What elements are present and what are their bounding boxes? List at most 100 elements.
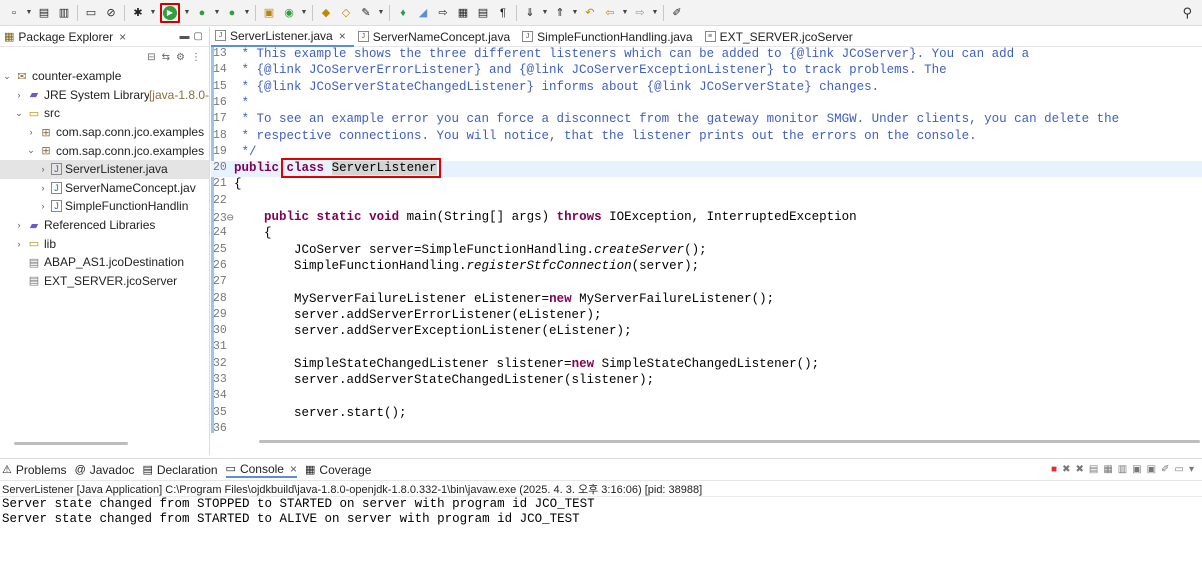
tab-declaration[interactable]: ▤ Declaration [142, 463, 217, 477]
new-package-dropdown-icon[interactable]: ▼ [300, 5, 308, 21]
chevron-right-icon[interactable]: › [38, 183, 48, 193]
tree-item[interactable]: › J ServerListener.java [0, 159, 209, 179]
editor-tab[interactable]: J ServerNameConcept.java [354, 27, 518, 47]
show-on-output-icon[interactable]: ▣ [1132, 464, 1141, 475]
chevron-right-icon[interactable]: › [38, 201, 48, 211]
horizontal-scrollbar[interactable] [14, 442, 128, 445]
tree-item[interactable]: ▤ ABAP_AS1.jcoDestination [0, 253, 209, 272]
run-dropdown-icon[interactable]: ▼ [183, 5, 191, 21]
code-line[interactable]: 24 { [211, 226, 1202, 242]
code-line[interactable]: 22 [211, 194, 1202, 210]
code-line[interactable]: 17 * To see an example error you can for… [211, 112, 1202, 128]
chevron-right-icon[interactable]: › [14, 239, 24, 249]
code-line[interactable]: 25 JCoServer server=SimpleFunctionHandli… [211, 243, 1202, 259]
prev-annotation-dropdown-icon[interactable]: ▼ [571, 5, 579, 21]
filter-icon[interactable]: ⚙ [176, 52, 185, 63]
minimize-icon[interactable]: ▬ [180, 31, 190, 42]
show-whitespace-icon[interactable]: ▦ [455, 5, 471, 21]
code-line[interactable]: 30 server.addServerExceptionListener(eLi… [211, 324, 1202, 340]
tree-item[interactable]: › ⊞ com.sap.conn.jco.examples [0, 123, 209, 142]
last-edit-icon[interactable]: ↶ [582, 5, 598, 21]
collapse-all-icon[interactable]: ⊟ [147, 52, 155, 63]
link-with-editor-icon[interactable]: ⇆ [162, 52, 170, 63]
code-area[interactable]: 13 * This example shows the three differ… [211, 47, 1202, 433]
chevron-down-icon[interactable]: ⌄ [26, 145, 36, 156]
show-on-error-icon[interactable]: ▣ [1147, 464, 1156, 475]
tree-item[interactable]: › ▰ JRE System Library [java-1.8.0- [0, 86, 210, 105]
tree-item[interactable]: › J SimpleFunctionHandlin [0, 197, 209, 216]
open-console-icon[interactable]: ▭ [1175, 464, 1184, 475]
scroll-lock-icon[interactable]: ▦ [1103, 464, 1112, 475]
open-type-icon[interactable]: ◇ [338, 5, 354, 21]
code-line[interactable]: 29 server.addServerErrorListener(eListen… [211, 308, 1202, 324]
save-icon[interactable]: ▤ [36, 5, 52, 21]
code-line[interactable]: 27 [211, 275, 1202, 291]
debug-dropdown-icon[interactable]: ▼ [149, 5, 157, 21]
highlight-icon[interactable]: ◢ [415, 5, 431, 21]
tree-item[interactable]: ⌄ ✉ counter-example [0, 67, 209, 86]
search-icon[interactable]: ⚲ [1182, 5, 1192, 21]
tree-item[interactable]: › ▰ Referenced Libraries [0, 216, 209, 235]
console-output[interactable]: Server state changed from STOPPED to STA… [0, 497, 1202, 527]
remove-launch-icon[interactable]: ✖ [1062, 464, 1070, 475]
tab-problems[interactable]: ⚠ Problems [2, 463, 67, 477]
word-wrap-console-icon[interactable]: ▥ [1118, 464, 1127, 475]
chevron-down-icon[interactable]: ⌄ [14, 108, 24, 119]
close-icon[interactable]: × [119, 30, 126, 44]
tree-item[interactable]: ⌄ ▭ src [0, 104, 209, 123]
tab-package-explorer[interactable]: ▦ Package Explorer × [4, 30, 126, 44]
new-class-icon[interactable]: ◆ [318, 5, 334, 21]
tree-item[interactable]: ⌄ ⊞ com.sap.conn.jco.examples [0, 141, 209, 160]
pin-console-icon[interactable]: ✐ [1161, 464, 1169, 475]
external-tools-icon[interactable]: ● [224, 5, 240, 21]
forward-dropdown-icon[interactable]: ▼ [651, 5, 659, 21]
code-line[interactable]: 33 server.addServerStateChangedListener(… [211, 373, 1202, 389]
code-line[interactable]: 13 * This example shows the three differ… [211, 47, 1202, 63]
chevron-right-icon[interactable]: › [14, 90, 24, 100]
tree-item[interactable]: › J ServerNameConcept.jav [0, 179, 209, 198]
coverage-icon[interactable]: ● [194, 5, 210, 21]
back-icon[interactable]: ⇦ [602, 5, 618, 21]
chevron-down-icon[interactable]: ⌄ [2, 71, 12, 82]
clear-console-icon[interactable]: ▤ [1089, 464, 1098, 475]
terminate-icon[interactable]: ■ [1051, 464, 1057, 475]
prev-annotation-icon[interactable]: ⇑ [552, 5, 568, 21]
next-annotation-dropdown-icon[interactable]: ▼ [541, 5, 549, 21]
mark-occurrences-icon[interactable]: ♦ [395, 5, 411, 21]
remove-all-icon[interactable]: ✖ [1075, 464, 1083, 475]
view-menu-icon[interactable]: ⋮ [191, 52, 201, 63]
tab-console[interactable]: ▭ Console × [225, 462, 297, 478]
new-package-icon[interactable]: ◉ [281, 5, 297, 21]
coverage-dropdown-icon[interactable]: ▼ [213, 5, 221, 21]
code-line[interactable]: 16 * [211, 96, 1202, 112]
code-line[interactable]: 36 [211, 422, 1202, 433]
back-dropdown-icon[interactable]: ▼ [621, 5, 629, 21]
editor-tab[interactable]: J SimpleFunctionHandling.java [518, 27, 700, 47]
new-icon[interactable]: ▫ [6, 5, 22, 21]
tab-coverage[interactable]: ▦ Coverage [305, 463, 371, 477]
chevron-right-icon[interactable]: › [14, 220, 24, 230]
debug-icon[interactable]: ✱ [130, 5, 146, 21]
code-line[interactable]: 15 * {@link JCoServerStateChangedListene… [211, 80, 1202, 96]
code-line[interactable]: 26 SimpleFunctionHandling.registerStfcCo… [211, 259, 1202, 275]
maximize-icon[interactable]: ▢ [194, 31, 203, 42]
tree-item[interactable]: › ▭ lib [0, 234, 209, 253]
new-java-project-icon[interactable]: ▣ [261, 5, 277, 21]
code-line[interactable]: 35 server.start(); [211, 406, 1202, 422]
code-line[interactable]: 28 MyServerFailureListener eListener=new… [211, 292, 1202, 308]
editor-tab[interactable]: J ServerListener.java × [211, 27, 354, 47]
chevron-right-icon[interactable]: › [26, 127, 36, 137]
code-line[interactable]: 34 [211, 389, 1202, 405]
edit-icon[interactable]: ✎ [358, 5, 374, 21]
view-menu-icon[interactable]: ▾ [1189, 464, 1194, 475]
chevron-right-icon[interactable]: › [38, 164, 48, 174]
new-dropdown-icon[interactable]: ▼ [25, 5, 33, 21]
editor-tab[interactable]: ≡ EXT_SERVER.jcoServer [701, 27, 861, 47]
save-all-icon[interactable]: ▥ [56, 5, 72, 21]
code-line[interactable]: 18 * respective connections. You will no… [211, 129, 1202, 145]
word-wrap-icon[interactable]: ▤ [475, 5, 491, 21]
paragraph-icon[interactable]: ¶ [495, 5, 511, 21]
tab-javadoc[interactable]: @ Javadoc [75, 463, 135, 477]
tree-item[interactable]: ▤ EXT_SERVER.jcoServer [0, 272, 209, 291]
code-line[interactable]: 31 [211, 340, 1202, 356]
